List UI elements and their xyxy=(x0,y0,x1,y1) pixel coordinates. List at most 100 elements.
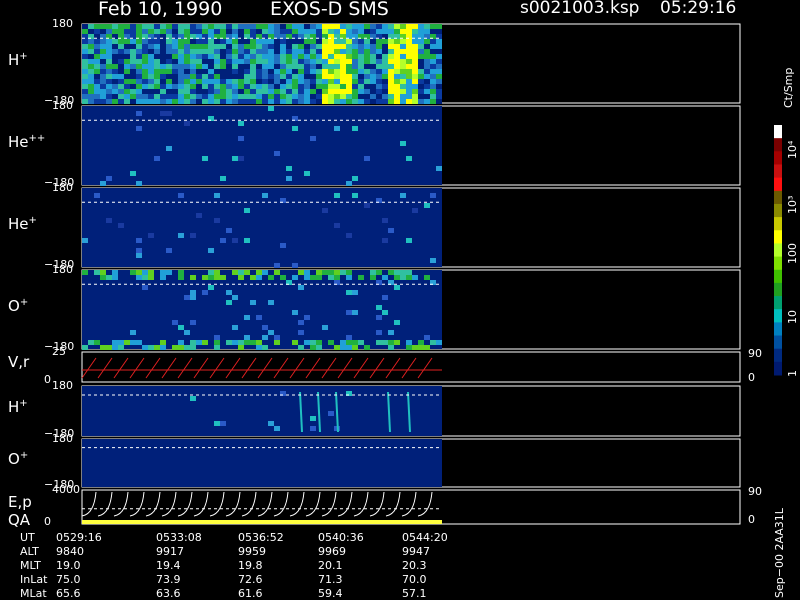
spectrogram-cell xyxy=(304,74,310,79)
spectrogram-cell xyxy=(124,94,130,99)
spectrogram-cell xyxy=(130,39,136,44)
spectrogram-cell xyxy=(190,94,196,99)
spectrogram-cell xyxy=(148,89,154,94)
spectrogram-cell xyxy=(148,74,154,79)
spectrogram-cell xyxy=(178,59,184,64)
spectrogram-cell xyxy=(88,29,94,34)
spectrogram-cell xyxy=(172,99,178,104)
spectrogram-cell xyxy=(220,176,226,181)
spectrogram-cell xyxy=(226,64,232,69)
spectrogram-cell xyxy=(124,54,130,59)
spectrogram-cell xyxy=(382,59,388,64)
spectrogram-cell xyxy=(346,290,352,295)
spectrogram-cell xyxy=(436,74,442,79)
spectrogram-cell xyxy=(232,39,238,44)
spectrogram-cell xyxy=(154,64,160,69)
spectrogram-cell xyxy=(328,54,334,59)
spectrogram-cell xyxy=(160,74,166,79)
spectrogram-cell xyxy=(436,64,442,69)
spectrogram-cell xyxy=(346,29,352,34)
spectrogram-cell xyxy=(322,270,328,275)
spectrogram-cell xyxy=(100,181,106,186)
spectrogram-cell xyxy=(310,275,316,280)
spectrogram-cell xyxy=(382,295,388,300)
spectrogram-cell xyxy=(418,89,424,94)
spectrogram-cell xyxy=(130,44,136,49)
spectrogram-cell xyxy=(340,89,346,94)
spectrogram-cell xyxy=(418,74,424,79)
spectrogram-cell xyxy=(208,24,214,29)
spectrogram-cell xyxy=(436,24,442,29)
spectrogram-cell xyxy=(112,39,118,44)
spectrogram-cell xyxy=(304,99,310,104)
spectrogram-cell xyxy=(352,94,358,99)
spectrogram-cell xyxy=(220,54,226,59)
spectrogram-cell xyxy=(364,156,370,161)
spectrogram-cell xyxy=(214,74,220,79)
spectrogram-cell xyxy=(280,89,286,94)
spectrogram-cell xyxy=(202,49,208,54)
spectrogram-cell xyxy=(220,94,226,99)
spectrogram-cell xyxy=(412,44,418,49)
spectrogram-cell xyxy=(358,94,364,99)
spectrogram-cell xyxy=(388,270,394,275)
colorbar-segment xyxy=(774,243,782,258)
spectrogram-cell xyxy=(214,345,220,350)
spectrogram-cell xyxy=(94,89,100,94)
spectrogram-cell xyxy=(280,64,286,69)
spectrogram-cell xyxy=(388,228,394,233)
spectrogram-cell xyxy=(190,345,196,350)
spectrogram-cell xyxy=(352,79,358,84)
quality-bar xyxy=(82,520,442,524)
spectrogram-cell xyxy=(88,49,94,54)
spectrogram-cell xyxy=(250,64,256,69)
spectrogram-cell xyxy=(100,69,106,74)
y-tick-top: 180 xyxy=(52,379,73,392)
spectrogram-cell xyxy=(238,59,244,64)
spectrogram-cell xyxy=(202,24,208,29)
spectrogram-cell xyxy=(424,69,430,74)
spectrogram-cell xyxy=(232,69,238,74)
spectrogram-cell xyxy=(382,44,388,49)
spectrogram-cell xyxy=(370,89,376,94)
spectrogram-cell xyxy=(424,49,430,54)
spectrogram-cell xyxy=(298,64,304,69)
spectrogram-cell xyxy=(142,99,148,104)
spectrogram-cell xyxy=(400,84,406,89)
spectrogram-cell xyxy=(136,111,142,116)
spectrogram-cell xyxy=(148,84,154,89)
spectrogram-cell xyxy=(184,330,190,335)
spectrogram-cell xyxy=(118,64,124,69)
spectrogram-cell xyxy=(334,223,340,228)
footer-cell: 19.8 xyxy=(238,559,263,572)
spectrogram-cell xyxy=(292,263,298,268)
spectrogram-cell xyxy=(88,64,94,69)
footer-cell: 0536:52 xyxy=(238,531,284,544)
spectrogram-cell xyxy=(136,275,142,280)
spectrogram-cell xyxy=(148,64,154,69)
spectrogram-cell xyxy=(274,39,280,44)
spectrogram-cell xyxy=(280,24,286,29)
spectrogram-cell xyxy=(394,69,400,74)
spectrogram-cell xyxy=(112,44,118,49)
spectrogram-cell xyxy=(376,79,382,84)
spectrogram-cell xyxy=(94,54,100,59)
spectrogram-cell xyxy=(430,69,436,74)
spectrogram-cell xyxy=(184,94,190,99)
spectrogram-cell xyxy=(406,238,412,243)
spectrogram-cell xyxy=(238,340,244,345)
spectrogram-cell xyxy=(214,64,220,69)
spectrogram-cell xyxy=(274,64,280,69)
spectrogram-cell xyxy=(298,74,304,79)
spectrogram-cell xyxy=(166,39,172,44)
spectrogram-cell xyxy=(262,99,268,104)
spectrogram-cell xyxy=(274,335,280,340)
spectrogram-cell xyxy=(406,64,412,69)
panel-label-superscript: + xyxy=(19,50,28,62)
spectrogram-cell xyxy=(364,345,370,350)
spectrogram-cell xyxy=(310,416,316,421)
spectrogram-cell xyxy=(382,275,388,280)
spectrogram-cell xyxy=(208,54,214,59)
footer-cell: 59.4 xyxy=(318,587,343,600)
spectrogram-cell xyxy=(190,99,196,104)
